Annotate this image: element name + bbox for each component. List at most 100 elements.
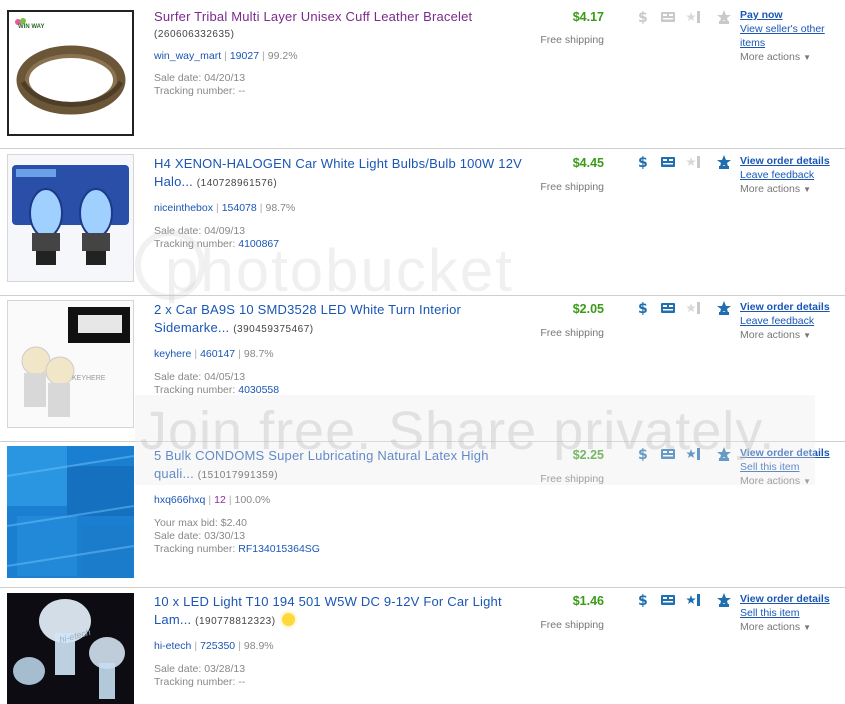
item-thumbnail[interactable] bbox=[7, 446, 134, 578]
feedback-star-icon[interactable] bbox=[686, 9, 702, 25]
max-bid: Your max bid: $2.40 bbox=[154, 517, 248, 529]
tracking-value: -- bbox=[238, 676, 246, 688]
view-order-details-link[interactable]: View order details bbox=[740, 592, 842, 606]
headlight-bulbs-image bbox=[8, 155, 133, 281]
more-actions-dropdown[interactable]: More actions ▼ bbox=[740, 620, 842, 635]
feedback-score-link[interactable]: 460147 bbox=[200, 348, 235, 360]
seller-info: keyhere | 460147 | 98.7% bbox=[154, 348, 274, 360]
leave-feedback-link[interactable]: Leave feedback bbox=[740, 168, 842, 182]
tracking-label: Tracking number: bbox=[154, 543, 236, 555]
more-actions-dropdown[interactable]: More actions ▼ bbox=[740, 328, 842, 343]
feedback-percent: 98.7% bbox=[243, 348, 274, 360]
tracking-link[interactable]: 4100867 bbox=[238, 238, 279, 250]
seller-link[interactable]: niceinthebox bbox=[154, 202, 213, 214]
sale-date: Sale date: 04/09/13 bbox=[154, 225, 246, 237]
dollar-icon[interactable]: $ bbox=[634, 154, 650, 170]
more-actions-dropdown[interactable]: More actions ▼ bbox=[740, 182, 842, 197]
dollar-icon[interactable]: $ bbox=[634, 300, 650, 316]
seller-info: hxq666hxq | 12 | 100.0% bbox=[154, 494, 271, 506]
seller-link[interactable]: hxq666hxq bbox=[154, 494, 205, 506]
purchase-row: KEYHERE 2 x Car BA9S 10 SMD3528 LED Whit… bbox=[0, 296, 845, 442]
sale-date: Sale date: 04/05/13 bbox=[154, 371, 246, 383]
sale-date: Sale date: 04/20/13 bbox=[154, 72, 246, 84]
view-order-details-link[interactable]: View order details bbox=[740, 154, 842, 168]
shipping-label: Free shipping bbox=[540, 34, 604, 46]
tracking-number: Tracking number: -- bbox=[154, 85, 524, 98]
status-icons: $ bbox=[632, 300, 732, 318]
seller-link[interactable]: keyhere bbox=[154, 348, 191, 360]
item-title-link[interactable]: Surfer Tribal Multi Layer Unisex Cuff Le… bbox=[154, 9, 472, 24]
view-order-details-link[interactable]: View order details bbox=[740, 446, 842, 460]
feedback-percent: 98.7% bbox=[265, 202, 296, 214]
item-id: (151017991359) bbox=[197, 470, 279, 481]
condom-packets-image bbox=[7, 446, 134, 578]
item-price: $4.17 bbox=[572, 10, 604, 24]
tracking-link[interactable]: RF134015364SG bbox=[238, 543, 320, 555]
t10-led-bulbs-image bbox=[7, 593, 134, 704]
feedback-star-icon[interactable] bbox=[686, 592, 702, 608]
chevron-down-icon: ▼ bbox=[803, 185, 812, 194]
item-thumbnail[interactable]: KEYHERE bbox=[7, 300, 134, 428]
item-price: $2.05 bbox=[572, 302, 604, 316]
view-seller-items-link[interactable]: View seller's other items bbox=[740, 22, 842, 50]
tracking-number: Tracking number: 4100867 bbox=[154, 238, 524, 251]
feedback-score-link[interactable]: 19027 bbox=[230, 50, 259, 62]
feedback-leave-icon[interactable] bbox=[716, 300, 732, 316]
item-id: (140728961576) bbox=[196, 178, 278, 189]
feedback-star-icon[interactable] bbox=[686, 154, 702, 170]
tracking-label: Tracking number: bbox=[154, 676, 236, 688]
tracking-link[interactable]: 4030558 bbox=[238, 384, 279, 396]
shipping-label: Free shipping bbox=[540, 181, 604, 193]
shipping-label: Free shipping bbox=[540, 473, 604, 485]
row-actions: View order details Leave feedback More a… bbox=[740, 154, 842, 197]
feedback-score-link[interactable]: 725350 bbox=[200, 640, 235, 652]
seller-link[interactable]: win_way_mart bbox=[154, 50, 221, 62]
dollar-icon[interactable]: $ bbox=[634, 9, 650, 25]
item-price: $4.45 bbox=[572, 156, 604, 170]
truck-icon[interactable] bbox=[660, 9, 676, 25]
more-actions-dropdown[interactable]: More actions ▼ bbox=[740, 474, 842, 489]
item-thumbnail[interactable] bbox=[7, 154, 134, 282]
feedback-star-icon[interactable] bbox=[686, 300, 702, 316]
tracking-label: Tracking number: bbox=[154, 384, 236, 396]
svg-text:$: $ bbox=[638, 155, 648, 170]
tracking-value: -- bbox=[238, 85, 246, 97]
feedback-leave-icon[interactable] bbox=[716, 592, 732, 608]
bracelet-image bbox=[9, 12, 132, 134]
feedback-score-link[interactable]: 12 bbox=[214, 494, 226, 506]
purchase-row: 5 Bulk CONDOMS Super Lubricating Natural… bbox=[0, 442, 845, 588]
feedback-leave-icon[interactable] bbox=[716, 9, 732, 25]
feedback-leave-icon[interactable] bbox=[716, 446, 732, 462]
truck-icon[interactable] bbox=[660, 154, 676, 170]
truck-icon[interactable] bbox=[660, 592, 676, 608]
chevron-down-icon: ▼ bbox=[803, 477, 812, 486]
dollar-icon[interactable]: $ bbox=[634, 592, 650, 608]
sell-this-item-link[interactable]: Sell this item bbox=[740, 460, 842, 474]
feedback-leave-icon[interactable] bbox=[716, 154, 732, 170]
svg-text:$: $ bbox=[638, 593, 648, 608]
svg-text:$: $ bbox=[638, 301, 648, 316]
item-id: (190778812323) bbox=[195, 616, 276, 627]
feedback-percent: 98.9% bbox=[243, 640, 274, 652]
truck-icon[interactable] bbox=[660, 300, 676, 316]
status-icons: $ bbox=[632, 592, 732, 610]
item-thumbnail[interactable]: WIN WAY bbox=[7, 10, 134, 136]
tracking-number: Tracking number: RF134015364SG bbox=[154, 543, 524, 556]
view-order-details-link[interactable]: View order details bbox=[740, 300, 842, 314]
leave-feedback-link[interactable]: Leave feedback bbox=[740, 314, 842, 328]
feedback-star-icon[interactable] bbox=[686, 446, 702, 462]
brand-logo-text: WIN WAY bbox=[18, 24, 45, 30]
more-actions-dropdown[interactable]: More actions ▼ bbox=[740, 50, 842, 65]
dollar-icon[interactable]: $ bbox=[634, 446, 650, 462]
purchase-row: H4 XENON-HALOGEN Car White Light Bulbs/B… bbox=[0, 149, 845, 295]
seller-info: hi-etech | 725350 | 98.9% bbox=[154, 640, 274, 652]
feedback-score-link[interactable]: 154078 bbox=[222, 202, 257, 214]
chevron-down-icon: ▼ bbox=[803, 53, 812, 62]
chevron-down-icon: ▼ bbox=[803, 331, 812, 340]
item-thumbnail[interactable]: hi-etech bbox=[7, 593, 134, 704]
seller-link[interactable]: hi-etech bbox=[154, 640, 191, 652]
purchase-row: WIN WAY Surfer Tribal Multi Layer Unisex… bbox=[0, 0, 845, 148]
truck-icon[interactable] bbox=[660, 446, 676, 462]
sell-this-item-link[interactable]: Sell this item bbox=[740, 606, 842, 620]
pay-now-link[interactable]: Pay now bbox=[740, 8, 842, 22]
